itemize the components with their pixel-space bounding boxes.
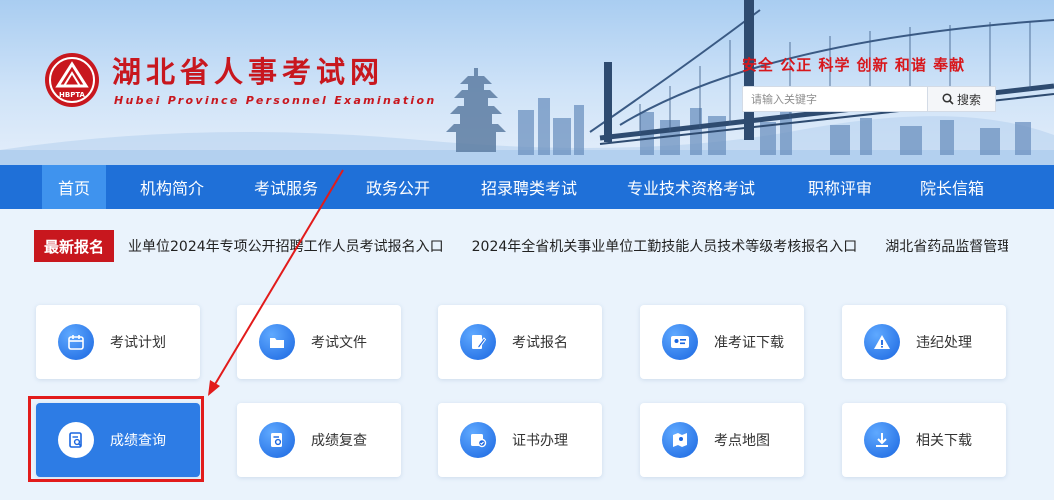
card-admission-ticket-download[interactable]: 准考证下载: [640, 305, 804, 379]
map-pin-icon: [662, 422, 698, 458]
registration-ticker: 业单位2024年专项公开招聘工作人员考试报名入口 2024年全省机关事业单位工勤…: [128, 230, 1008, 262]
nav-item-about[interactable]: 机构简介: [124, 165, 220, 209]
site-title[interactable]: 湖北省人事考试网: [112, 56, 384, 88]
nav-item-public-affairs[interactable]: 政务公开: [350, 165, 446, 209]
card-violation-handling[interactable]: 违纪处理: [842, 305, 1006, 379]
calendar-icon: [58, 324, 94, 360]
slogan: 安全 公正 科学 创新 和谐 奉献: [742, 56, 966, 74]
card-related-downloads[interactable]: 相关下载: [842, 403, 1006, 477]
hbpta-logo: HBPTA: [45, 53, 99, 107]
card-label: 考试计划: [110, 335, 166, 351]
site-subtitle: Hubei Province Personnel Examination: [114, 94, 437, 107]
card-exam-site-map[interactable]: 考点地图: [640, 403, 804, 477]
search-button[interactable]: 搜索: [927, 87, 995, 111]
card-exam-documents[interactable]: 考试文件: [237, 305, 401, 379]
highlight-box: [28, 396, 204, 482]
warning-icon: [864, 324, 900, 360]
search-icon: [942, 93, 954, 105]
nav-item-title-review[interactable]: 职称评审: [792, 165, 888, 209]
card-label: 考试报名: [512, 335, 568, 351]
search-box: 搜索: [742, 86, 996, 112]
nav-item-recruitment-exams[interactable]: 招录聘类考试: [466, 165, 592, 209]
card-label: 违纪处理: [916, 335, 972, 351]
certificate-icon: [460, 422, 496, 458]
card-label: 考试文件: [311, 335, 367, 351]
ticker-link[interactable]: 2024年全省机关事业单位工勤技能人员技术等级考核报名入口: [472, 236, 858, 256]
latest-registration-badge: 最新报名: [34, 230, 114, 262]
card-label: 相关下载: [916, 433, 972, 449]
search-button-label: 搜索: [956, 92, 981, 107]
main-nav: 首页 机构简介 考试服务 政务公开 招录聘类考试 专业技术资格考试 职称评审 院…: [0, 165, 1054, 209]
card-label: 考点地图: [714, 433, 770, 449]
header-banner: HBPTA 湖北省人事考试网 Hubei Province Personnel …: [0, 0, 1054, 165]
edit-document-icon: [460, 324, 496, 360]
card-exam-plan[interactable]: 考试计划: [36, 305, 200, 379]
folder-icon: [259, 324, 295, 360]
nav-item-professional-qualification[interactable]: 专业技术资格考试: [612, 165, 770, 209]
card-label: 证书办理: [512, 433, 568, 449]
logo-text: HBPTA: [59, 91, 86, 99]
card-score-review[interactable]: 成绩复查: [237, 403, 401, 477]
id-card-icon: [662, 324, 698, 360]
card-exam-registration[interactable]: 考试报名: [438, 305, 602, 379]
card-label: 成绩复查: [311, 433, 367, 449]
review-document-icon: [259, 422, 295, 458]
ticker-link[interactable]: 业单位2024年专项公开招聘工作人员考试报名入口: [128, 236, 444, 256]
search-input[interactable]: [743, 87, 927, 111]
card-certificate-handling[interactable]: 证书办理: [438, 403, 602, 477]
card-label: 准考证下载: [714, 335, 784, 351]
download-icon: [864, 422, 900, 458]
ticker-link[interactable]: 湖北省药品监督管理局: [885, 236, 1008, 256]
nav-item-exam-service[interactable]: 考试服务: [238, 165, 334, 209]
nav-item-home[interactable]: 首页: [42, 165, 106, 209]
nav-item-mailbox[interactable]: 院长信箱: [904, 165, 1000, 209]
